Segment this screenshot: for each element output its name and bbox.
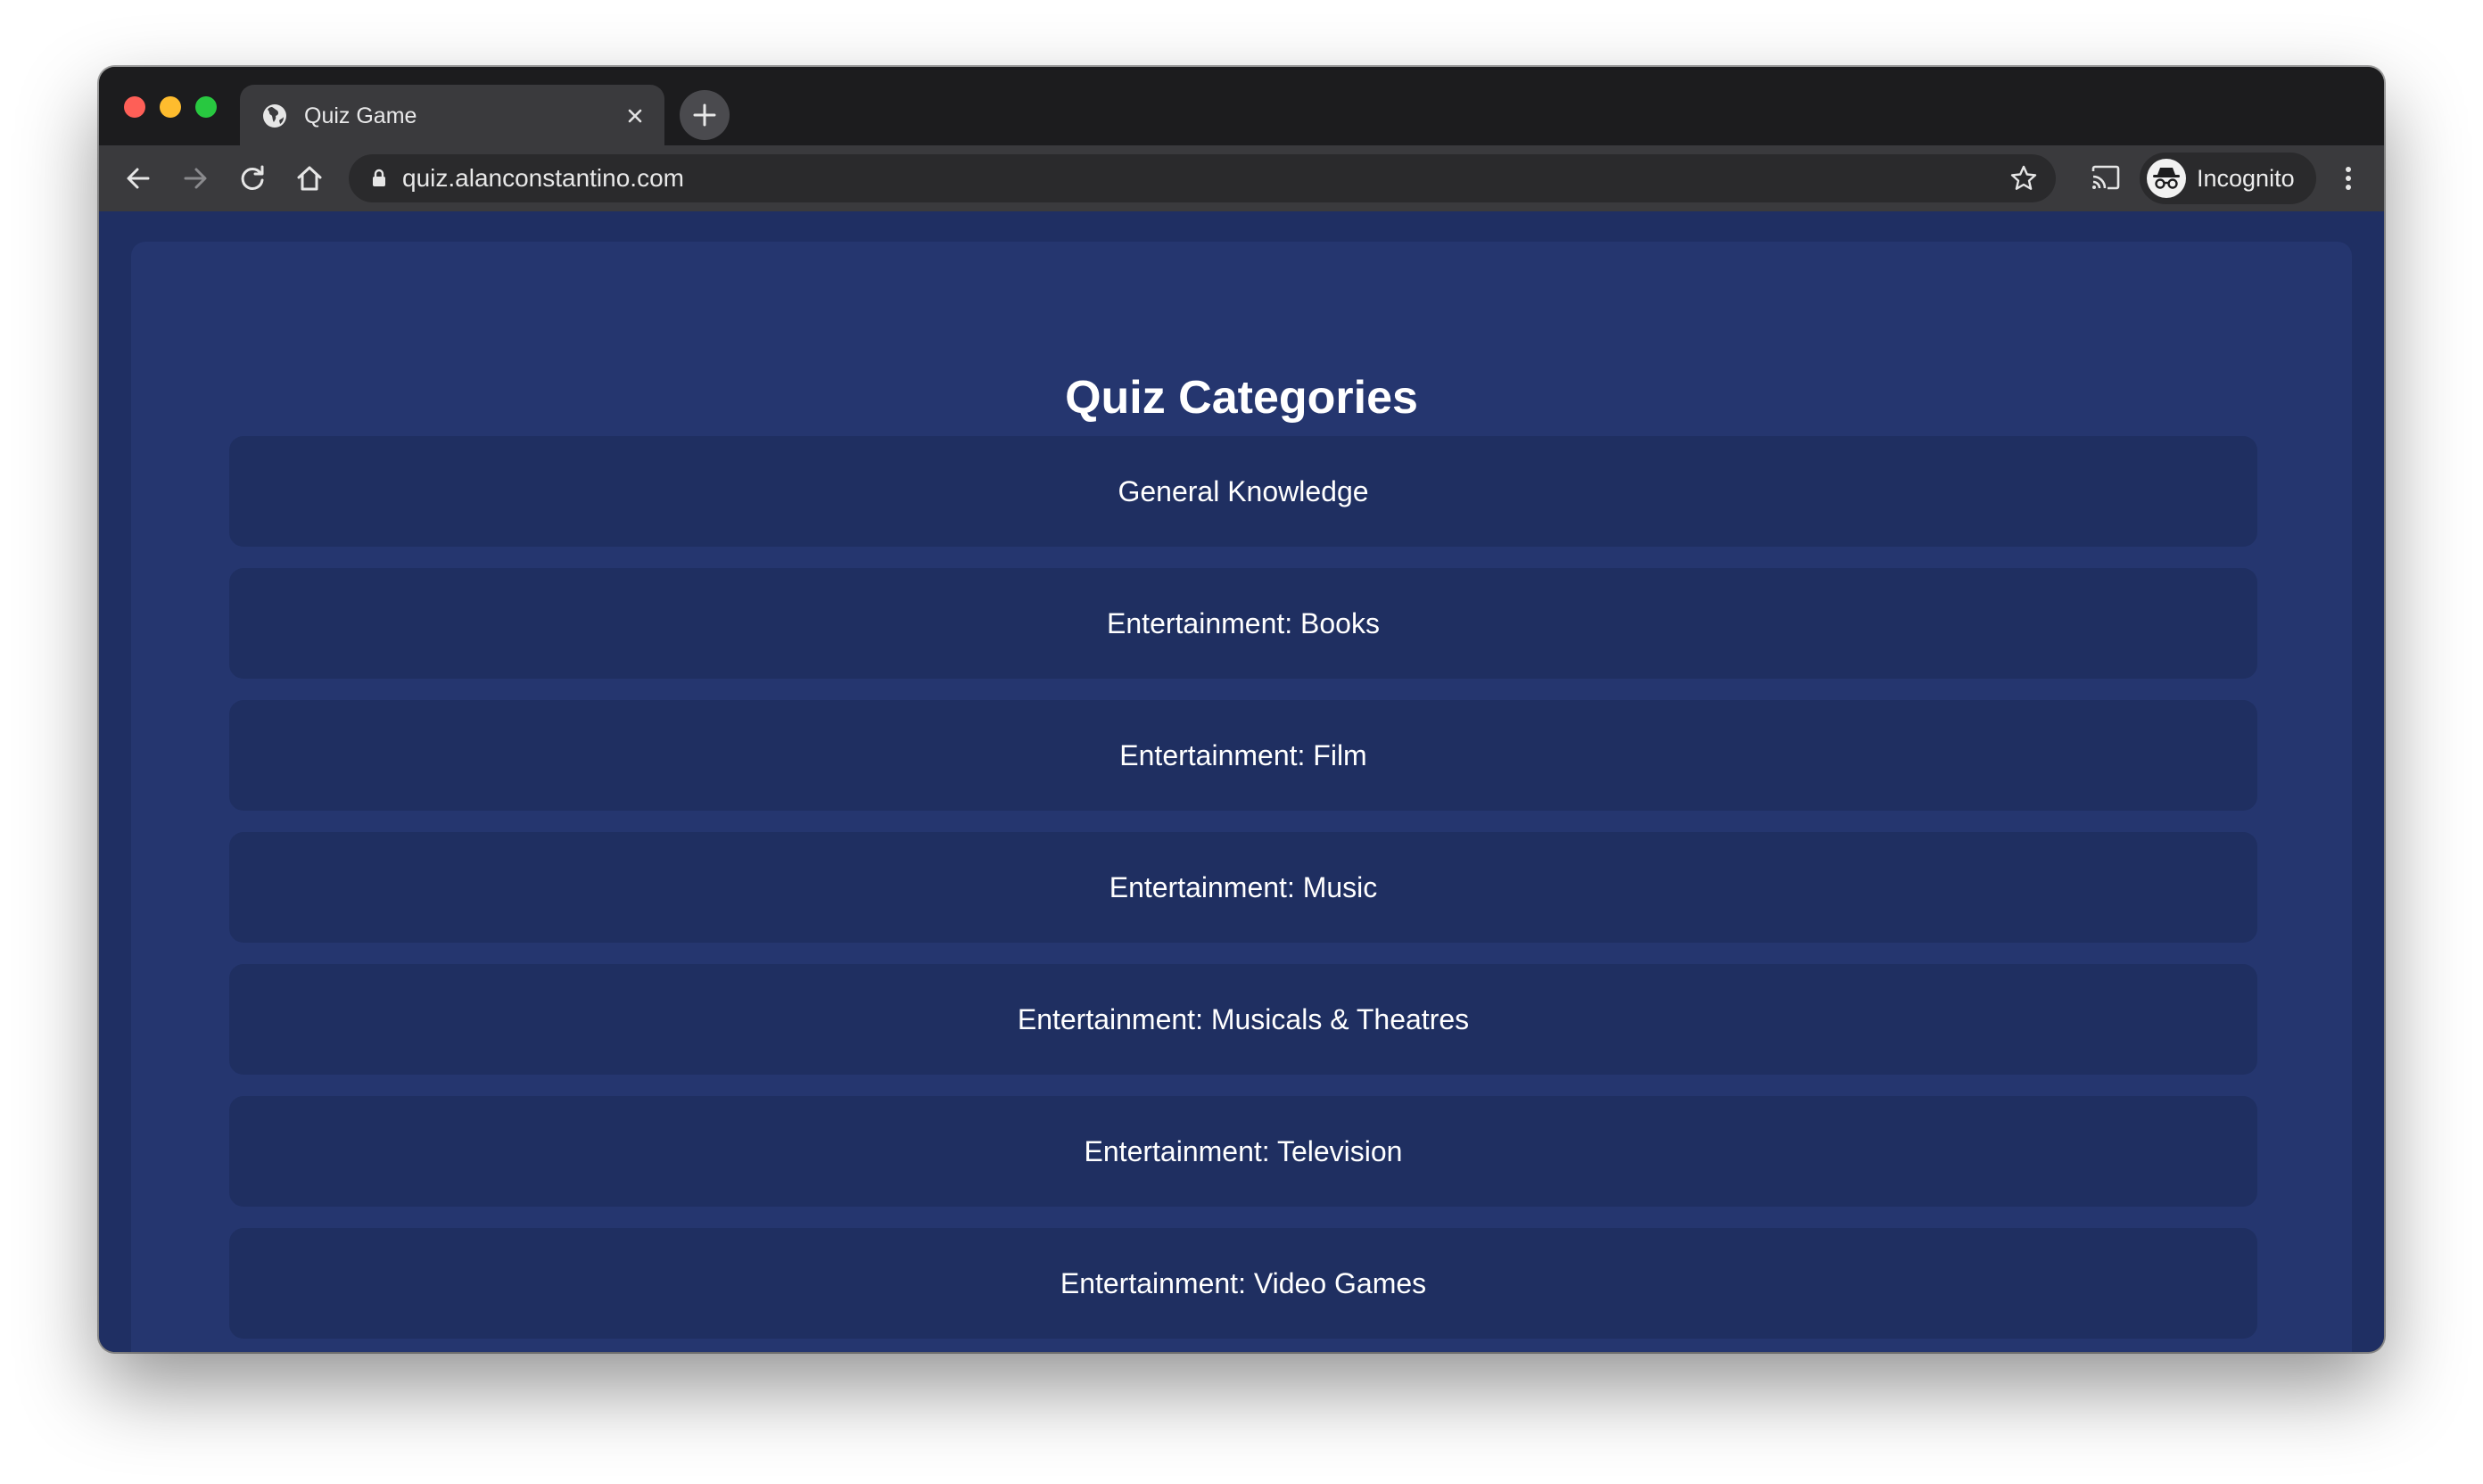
category-list: General Knowledge Entertainment: Books E… xyxy=(229,436,2257,1352)
kebab-menu-icon[interactable] xyxy=(2339,162,2357,194)
profile-label: Incognito xyxy=(2197,165,2295,192)
close-window-button[interactable] xyxy=(124,96,145,118)
category-button[interactable]: Entertainment: Film xyxy=(229,700,2257,811)
category-button[interactable]: Entertainment: Books xyxy=(229,568,2257,679)
category-button[interactable]: Entertainment: Musicals & Theatres xyxy=(229,964,2257,1075)
incognito-icon xyxy=(2147,159,2186,198)
lock-icon[interactable] xyxy=(368,168,390,189)
tab-title: Quiz Game xyxy=(304,103,417,128)
new-tab-button[interactable] xyxy=(680,90,730,140)
category-button[interactable]: General Knowledge xyxy=(229,436,2257,547)
plus-icon xyxy=(693,103,716,127)
back-arrow-icon[interactable] xyxy=(122,162,154,194)
star-icon[interactable] xyxy=(2009,164,2038,193)
home-icon[interactable] xyxy=(293,162,326,194)
page-title: Quiz Categories xyxy=(1065,371,1418,424)
address-bar[interactable]: quiz.alanconstantino.com xyxy=(349,154,2056,202)
category-button[interactable]: Entertainment: Music xyxy=(229,832,2257,943)
browser-window: Quiz Game quiz.alanconstantino.com Incog… xyxy=(99,67,2384,1352)
forward-arrow-icon[interactable] xyxy=(179,162,211,194)
page-viewport: Quiz Categories General Knowledge Entert… xyxy=(99,211,2384,1352)
profile-button[interactable]: Incognito xyxy=(2140,153,2316,204)
cast-icon[interactable] xyxy=(2090,163,2122,194)
url-text[interactable]: quiz.alanconstantino.com xyxy=(402,162,684,194)
minimize-window-button[interactable] xyxy=(160,96,181,118)
globe-icon xyxy=(261,103,288,129)
reload-icon[interactable] xyxy=(236,162,268,194)
browser-toolbar: quiz.alanconstantino.com Incognito xyxy=(99,145,2384,211)
category-button[interactable]: Entertainment: Video Games xyxy=(229,1228,2257,1339)
zoom-window-button[interactable] xyxy=(195,96,217,118)
category-button[interactable]: Entertainment: Television xyxy=(229,1096,2257,1207)
categories-card: Quiz Categories General Knowledge Entert… xyxy=(131,242,2352,1352)
close-icon[interactable] xyxy=(622,103,648,129)
tab-strip: Quiz Game xyxy=(99,67,2384,145)
browser-tab[interactable]: Quiz Game xyxy=(240,85,664,145)
